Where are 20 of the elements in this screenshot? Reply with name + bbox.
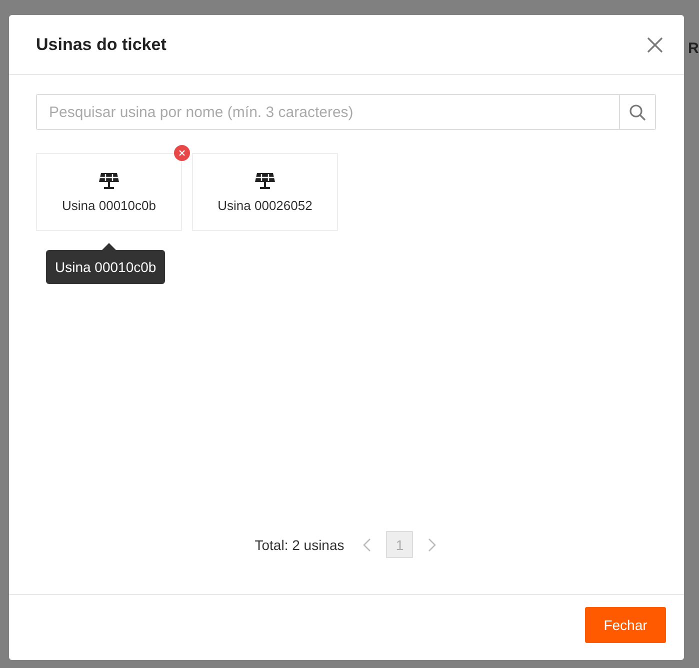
- chevron-right-icon: [427, 538, 438, 552]
- column-heading: R: [688, 40, 699, 57]
- close-icon: [179, 150, 185, 156]
- close-button[interactable]: [646, 36, 664, 54]
- tooltip-arrow: [102, 243, 116, 250]
- solar-panel-icon: [254, 172, 276, 190]
- modal-title: Usinas do ticket: [36, 34, 166, 54]
- plant-card[interactable]: Usina 00010c0b: [36, 153, 182, 231]
- remove-button[interactable]: [174, 145, 190, 161]
- plant-card[interactable]: Usina 00026052: [192, 153, 338, 231]
- chevron-left-icon: [362, 538, 372, 552]
- search-button[interactable]: [619, 95, 655, 129]
- search-icon: [629, 104, 646, 120]
- total-count: Total: 2 usinas: [254, 536, 344, 552]
- tooltip: Usina 00010c0b: [46, 243, 166, 284]
- close-icon: [646, 36, 664, 54]
- search-field[interactable]: Pesquisar usina por nome (mín. 3 caracteres): [36, 94, 656, 130]
- solar-panel-icon: [98, 172, 120, 190]
- plant-name: Usina 00010c0b: [62, 198, 156, 212]
- plant-name: Usina 00026052: [218, 198, 312, 212]
